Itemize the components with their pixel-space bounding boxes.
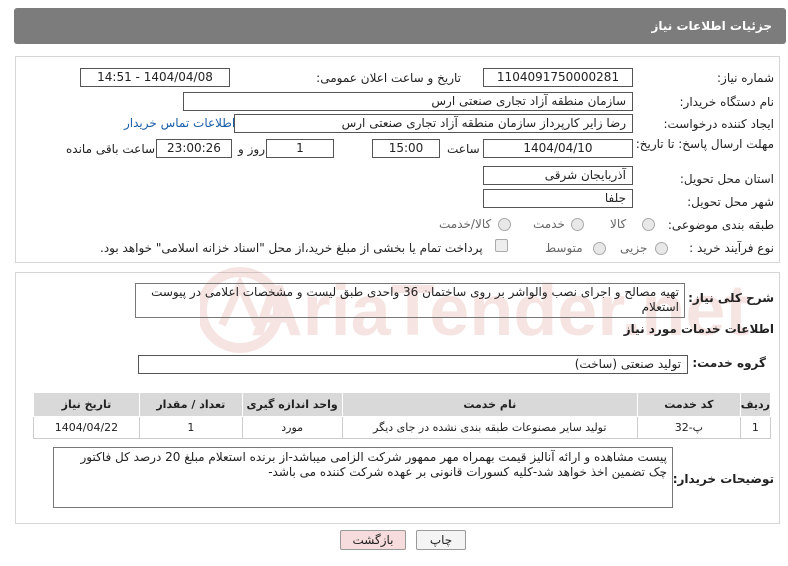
service-group-label: گروه خدمت: — [692, 356, 766, 370]
process-radio-medium[interactable] — [593, 242, 606, 255]
treasury-checkbox[interactable] — [495, 239, 508, 252]
page-header: جزئیات اطلاعات نیاز — [14, 8, 786, 44]
table-cell: مورد — [241, 416, 343, 439]
details-panel — [15, 56, 780, 263]
deadline-label: مهلت ارسال پاسخ: تا تاریخ: — [635, 137, 774, 151]
services-title: اطلاعات خدمات مورد نیاز — [623, 322, 774, 336]
remaining-label: ساعت باقی مانده — [66, 142, 156, 156]
summary-label: شرح کلی نیاز: — [688, 291, 774, 305]
city-label: شهر محل تحویل: — [687, 195, 774, 209]
column-header: تعداد / مقدار — [138, 392, 243, 417]
buyer-notes-textarea[interactable]: پیست مشاهده و ارائه آنالیز قیمت بهمراه م… — [53, 447, 673, 508]
deadline-time-label: ساعت — [447, 142, 480, 156]
column-header: کد خدمت — [636, 392, 741, 417]
print-button[interactable]: چاپ — [416, 530, 466, 550]
deadline-date-field: 1404/04/10 — [483, 139, 633, 158]
announce-field: 1404/04/08 - 14:51 — [80, 68, 230, 87]
table-cell: پ-32 — [636, 416, 741, 439]
need-number-label: شماره نیاز: — [717, 71, 774, 85]
process-radio-minor[interactable] — [655, 242, 668, 255]
table-cell: 1 — [138, 416, 243, 439]
back-button[interactable]: بازگشت — [340, 530, 406, 550]
deadline-time-field: 15:00 — [372, 139, 440, 158]
summary-textarea[interactable]: تهیه مصالح و اجرای نصب والواشر بر روی سا… — [135, 283, 685, 318]
buyer-contact-link[interactable]: اطلاعات تماس خریدار — [124, 116, 235, 130]
days-label: روز و — [238, 142, 265, 156]
province-field: آذربایجان شرقی — [483, 166, 633, 185]
category-option-service: خدمت — [533, 217, 565, 231]
category-radio-goods[interactable] — [642, 218, 655, 231]
payment-note: پرداخت تمام یا بخشی از مبلغ خرید،از محل … — [100, 241, 483, 255]
announce-label: تاریخ و ساعت اعلان عمومی: — [316, 71, 461, 85]
table-cell: 1 — [739, 416, 772, 439]
column-header: نام خدمت — [341, 392, 638, 417]
buyer-org-field: سازمان منطقه آزاد تجاری صنعتی ارس — [183, 92, 633, 111]
category-option-both: کالا/خدمت — [439, 217, 492, 231]
buyer-notes-label: توضیحات خریدار: — [672, 472, 774, 486]
category-radio-service[interactable] — [571, 218, 584, 231]
province-label: استان محل تحویل: — [679, 172, 774, 186]
table-header-row: ردیف کد خدمت نام خدمت واحد اندازه گیری ت… — [33, 392, 772, 417]
need-number-field: 1104091750000281 — [483, 68, 633, 87]
creator-label: ایجاد کننده درخواست: — [663, 117, 774, 131]
column-header: ردیف — [739, 392, 772, 417]
process-option-medium: متوسط — [545, 241, 583, 255]
table-row: 1 پ-32 تولید سایر مصنوعات طبقه بندی نشده… — [33, 416, 772, 439]
column-header: واحد اندازه گیری — [241, 392, 343, 417]
page-title: جزئیات اطلاعات نیاز — [651, 19, 772, 33]
process-option-minor: جزیی — [620, 241, 648, 255]
table-cell: تولید سایر مصنوعات طبقه بندی نشده در جای… — [341, 416, 638, 439]
category-radio-both[interactable] — [498, 218, 511, 231]
buyer-org-label: نام دستگاه خریدار: — [679, 95, 775, 109]
remaining-time-field: 23:00:26 — [156, 139, 232, 158]
category-option-goods: کالا — [610, 217, 627, 231]
creator-field: رضا زاير كارپرداز سازمان منطقه آزاد تجار… — [234, 114, 633, 133]
column-header: تاریخ نیاز — [33, 392, 140, 417]
city-field: جلفا — [483, 189, 633, 208]
services-table: ردیف کد خدمت نام خدمت واحد اندازه گیری ت… — [33, 392, 772, 439]
category-label: طبقه بندی موضوعی: — [667, 218, 774, 232]
process-label: نوع فرآیند خرید : — [689, 241, 774, 255]
table-cell: 1404/04/22 — [33, 416, 140, 439]
service-group-field: تولید صنعتی (ساخت) — [138, 355, 688, 374]
days-field: 1 — [266, 139, 334, 158]
